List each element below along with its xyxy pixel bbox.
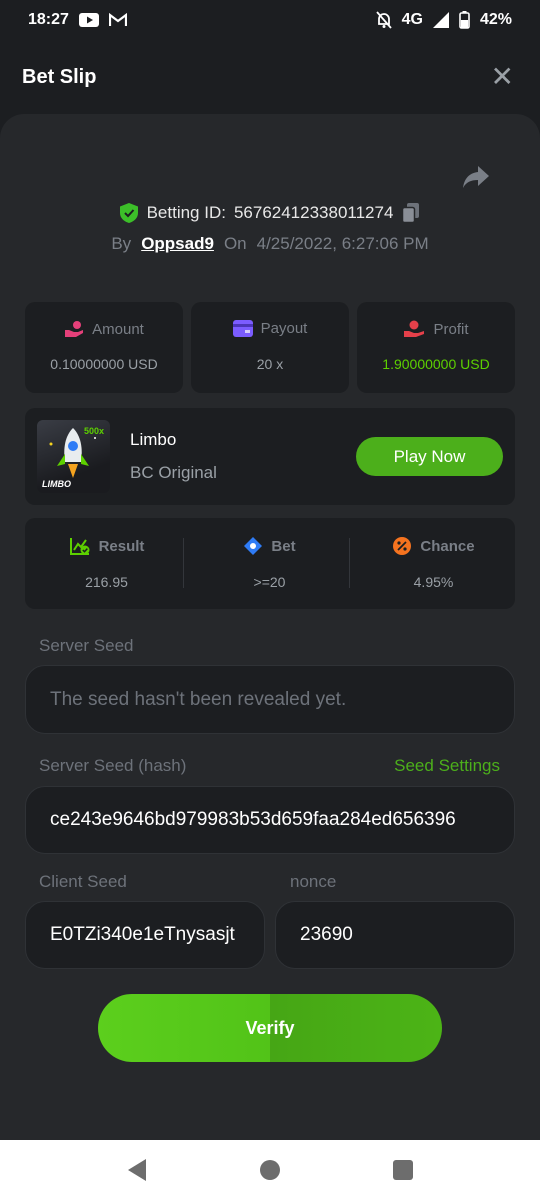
bet-info-card: Result 216.95 Bet >=20 Chance 4.95% — [25, 518, 515, 609]
network-type: 4G — [401, 11, 423, 28]
page-title: Bet Slip — [22, 65, 97, 88]
bet-label: Bet — [271, 537, 296, 555]
chance-label: Chance — [420, 537, 475, 555]
server-seed-field[interactable]: The seed hasn't been revealed yet. — [25, 665, 515, 734]
mute-icon — [375, 11, 392, 29]
share-icon[interactable] — [462, 164, 490, 190]
betting-id-value: 56762412338011274 — [233, 203, 394, 222]
result-value: 216.95 — [85, 574, 128, 590]
system-nav-bar — [0, 1140, 540, 1200]
game-provider: BC Original — [130, 463, 217, 482]
betting-id-label: Betting ID: — [146, 203, 226, 222]
result-label: Result — [98, 537, 145, 555]
app-header: Bet Slip ✕ — [0, 40, 540, 114]
bet-value: >=20 — [253, 574, 286, 590]
status-bar: 18:27 4G 42% — [0, 0, 540, 40]
chance-value: 4.95% — [413, 574, 454, 590]
recents-icon[interactable] — [383, 1150, 423, 1190]
chance-column: Chance 4.95% — [352, 518, 515, 609]
amount-icon — [65, 321, 84, 337]
on-label: On — [223, 234, 247, 253]
thumb-caption: LIMBO — [42, 479, 71, 489]
by-label: By — [111, 234, 132, 253]
status-right: 4G 42% — [375, 11, 512, 29]
game-card: 500x LIMBO Limbo BC Original Play Now — [25, 408, 515, 505]
thumb-badge: 500x — [83, 426, 104, 436]
verify-button[interactable]: Verify — [98, 994, 442, 1062]
divider — [183, 538, 184, 588]
game-thumbnail: 500x LIMBO — [37, 420, 110, 493]
profit-card: Profit 1.90000000 USD — [357, 302, 515, 393]
status-left: 18:27 — [28, 11, 127, 29]
bet-datetime: 4/25/2022, 6:27:06 PM — [256, 234, 429, 253]
copy-icon[interactable] — [401, 202, 421, 224]
amount-value: 0.10000000 USD — [50, 356, 158, 372]
play-now-button[interactable]: Play Now — [356, 437, 503, 476]
client-seed-field[interactable]: E0TZi340e1eTnysasjt — [25, 901, 265, 969]
status-time: 18:27 — [28, 11, 69, 28]
percent-icon — [393, 537, 412, 555]
nonce-field[interactable]: 23690 — [275, 901, 515, 969]
nonce-label: nonce — [290, 872, 337, 891]
youtube-icon — [78, 13, 99, 27]
close-icon[interactable]: ✕ — [491, 63, 514, 91]
profit-icon — [404, 320, 425, 337]
gmail-icon — [108, 13, 127, 26]
payout-label: Payout — [260, 320, 308, 337]
payout-value: 20 x — [256, 356, 284, 372]
client-seed-label: Client Seed — [39, 872, 127, 891]
battery-icon — [459, 11, 470, 29]
result-column: Result 216.95 — [25, 518, 188, 609]
tag-icon — [244, 537, 263, 555]
shield-check-icon — [119, 203, 138, 223]
signal-icon — [432, 12, 449, 28]
amount-label: Amount — [92, 320, 144, 338]
bet-slip-sheet: Betting ID: 56762412338011274 By Oppsad9… — [0, 114, 540, 1140]
server-seed-hash-label: Server Seed (hash) — [39, 756, 187, 775]
game-name: Limbo — [130, 430, 177, 449]
username-link[interactable]: Oppsad9 — [141, 234, 214, 254]
betting-id-row: Betting ID: 56762412338011274 — [0, 202, 540, 224]
bet-column: Bet >=20 — [188, 518, 351, 609]
divider — [349, 538, 350, 588]
home-icon[interactable] — [250, 1150, 290, 1190]
server-seed-label: Server Seed — [39, 636, 134, 655]
amount-card: Amount 0.10000000 USD — [25, 302, 183, 393]
chart-check-icon — [69, 538, 90, 555]
battery-level: 42% — [479, 11, 512, 28]
profit-label: Profit — [433, 320, 469, 338]
payout-icon — [232, 320, 253, 337]
server-seed-hash-field[interactable]: ce243e9646bd979983b53d659faa284ed656396 — [25, 786, 515, 854]
back-icon[interactable] — [117, 1150, 157, 1190]
payout-card: Payout 20 x — [191, 302, 349, 393]
profit-value: 1.90000000 USD — [382, 356, 490, 372]
seed-settings-link[interactable]: Seed Settings — [394, 756, 500, 776]
bet-author-row: By Oppsad9 On 4/25/2022, 6:27:06 PM — [0, 234, 540, 254]
